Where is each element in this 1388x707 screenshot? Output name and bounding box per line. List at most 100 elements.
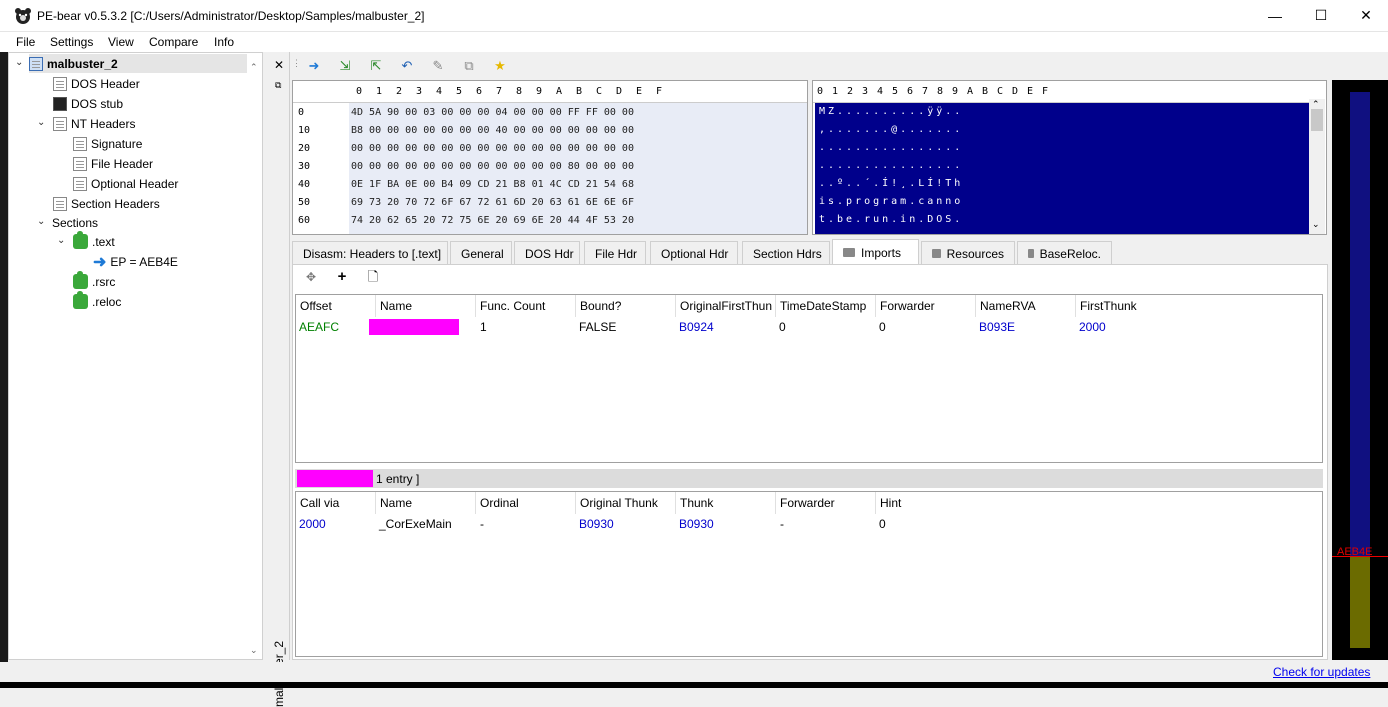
hex-view[interactable]: 0 1 2 3 4 5 6 7 8 9 A B C D E F 0 4D 5A 9… (292, 80, 808, 235)
new-document-icon[interactable]: 🗋 (364, 268, 382, 286)
tab-basereloc[interactable]: BaseReloc. (1017, 241, 1112, 265)
chevron-down-icon[interactable]: ⌄ (57, 235, 65, 246)
column-divider[interactable] (375, 295, 376, 317)
tree-item-reloc-section[interactable]: .reloc (73, 291, 121, 311)
maximize-button[interactable]: ☐ (1298, 0, 1344, 31)
tab-disasm[interactable]: Disasm: Headers to [.text] (292, 241, 448, 265)
column-header[interactable]: Original Thunk (580, 496, 658, 510)
tab-imports[interactable]: Imports (832, 239, 919, 265)
move-icon[interactable]: ✥ (302, 268, 320, 286)
scroll-up-icon[interactable]: ⌃ (250, 62, 258, 73)
tree-item-sections[interactable]: ⌄ Sections (37, 213, 98, 232)
tree-item-optional-header[interactable]: Optional Header (73, 174, 178, 193)
column-divider[interactable] (675, 295, 676, 317)
column-header[interactable]: Ordinal (480, 496, 519, 510)
column-divider[interactable] (475, 492, 476, 514)
column-divider[interactable] (775, 492, 776, 514)
tab-section-hdrs[interactable]: Section Hdrs (742, 241, 830, 265)
menu-info[interactable]: Info (214, 35, 234, 49)
chevron-down-icon[interactable]: ⌄ (37, 216, 45, 227)
scroll-down-icon[interactable]: ⌄ (1312, 219, 1320, 230)
column-header[interactable]: Offset (300, 299, 332, 313)
hex-row[interactable]: 40 0E 1F BA 0E 00 B4 09 CD 21 B8 01 4C CD… (293, 176, 807, 194)
close-icon[interactable]: ✕ (274, 58, 284, 72)
ascii-row[interactable]: ..º..´.Í!¸.LÍ!Th (819, 178, 963, 189)
add-icon[interactable]: + (333, 268, 351, 286)
hex-row[interactable]: 0 4D 5A 90 00 03 00 00 00 04 00 00 00 FF … (293, 104, 807, 122)
hex-row[interactable]: 60 74 20 62 65 20 72 75 6E 20 69 6E 20 44… (293, 212, 807, 230)
menu-view[interactable]: View (108, 35, 134, 49)
menu-settings[interactable]: Settings (50, 35, 93, 49)
ascii-row[interactable]: ................ (819, 160, 963, 171)
minimize-button[interactable]: — (1252, 0, 1298, 31)
hex-row[interactable]: 20 00 00 00 00 00 00 00 00 00 00 00 00 00… (293, 140, 807, 158)
column-header[interactable]: Thunk (680, 496, 713, 510)
check-for-updates-link[interactable]: Check for updates (1273, 665, 1370, 679)
tree-item-root[interactable]: ⌄ malbuster_2 (15, 54, 247, 73)
column-divider[interactable] (775, 295, 776, 317)
hex-row[interactable]: 30 00 00 00 00 00 00 00 00 00 00 00 00 80… (293, 158, 807, 176)
chevron-down-icon[interactable]: ⌄ (37, 117, 45, 128)
go-to-entry-icon[interactable]: ➜ (306, 58, 322, 74)
column-divider[interactable] (975, 295, 976, 317)
column-header[interactable]: FirstThunk (1080, 299, 1137, 313)
column-divider[interactable] (575, 492, 576, 514)
tree-item-text-section[interactable]: ⌄ .text (57, 231, 115, 251)
hex-row[interactable]: 10 B8 00 00 00 00 00 00 00 40 00 00 00 00… (293, 122, 807, 140)
close-window-button[interactable]: ✕ (1343, 0, 1388, 31)
tab-resources[interactable]: Resources (921, 241, 1015, 265)
column-header[interactable]: Call via (300, 496, 339, 510)
pin-icon[interactable]: ✎ (430, 58, 446, 74)
column-header[interactable]: TimeDateStamp (780, 299, 866, 313)
float-icon[interactable]: ⧉ (275, 80, 281, 91)
column-header[interactable]: Forwarder (780, 496, 835, 510)
menu-file[interactable]: File (16, 35, 35, 49)
column-header[interactable]: Name (380, 496, 412, 510)
tree-item-file-header[interactable]: File Header (73, 154, 153, 173)
tree-item-dos-header[interactable]: DOS Header (53, 74, 140, 93)
column-header[interactable]: NameRVA (980, 299, 1036, 313)
import-icon[interactable]: ⇱ (368, 58, 384, 74)
ascii-scrollbar[interactable]: ⌃ ⌄ (1309, 99, 1325, 234)
column-divider[interactable] (875, 295, 876, 317)
chevron-down-icon[interactable]: ⌄ (15, 57, 23, 68)
tree-item-rsrc-section[interactable]: .rsrc (73, 271, 115, 291)
tree-item-signature[interactable]: Signature (73, 134, 142, 153)
undo-icon[interactable]: ↶ (399, 58, 415, 74)
column-divider[interactable] (675, 492, 676, 514)
tab-file-hdr[interactable]: File Hdr (584, 241, 646, 265)
tree-item-section-headers[interactable]: Section Headers (53, 194, 160, 213)
scroll-thumb[interactable] (1311, 109, 1323, 131)
document-side-tab[interactable]: ✕ ⧉ malbuster_2 (270, 52, 290, 707)
ascii-row[interactable]: is.program.canno (819, 196, 963, 207)
table-row[interactable]: AEAFC 1 FALSE B0924 0 0 B093E 2000 (296, 318, 1322, 336)
column-divider[interactable] (375, 492, 376, 514)
ascii-row[interactable]: MZ..........ÿÿ.. (819, 106, 963, 117)
menu-compare[interactable]: Compare (149, 35, 198, 49)
ascii-row[interactable]: ,.......@....... (819, 124, 963, 135)
tree-item-entry-point[interactable]: ➜ EP = AEB4E (93, 252, 178, 271)
copy-icon[interactable]: ⧉ (461, 58, 477, 74)
column-divider[interactable] (575, 295, 576, 317)
column-header[interactable]: OriginalFirstThun (680, 299, 774, 313)
ascii-view[interactable]: 0 1 2 3 4 5 6 7 8 9 A B C D E F MZ......… (812, 80, 1327, 235)
structure-tree[interactable]: ⌄ malbuster_2 DOS Header DOS stub ⌄ NT H… (8, 52, 263, 660)
table-row[interactable]: 2000 _CorExeMain - B0930 B0930 - 0 (296, 515, 1322, 533)
star-icon[interactable]: ★ (492, 58, 508, 74)
column-divider[interactable] (1075, 295, 1076, 317)
column-header[interactable]: Forwarder (880, 299, 935, 313)
column-header[interactable]: Name (380, 299, 412, 313)
column-header[interactable]: Hint (880, 496, 901, 510)
ascii-row[interactable]: t.be.run.in.DOS. (819, 214, 963, 225)
column-header[interactable]: Bound? (580, 299, 621, 313)
tree-item-dos-stub[interactable]: DOS stub (53, 94, 123, 113)
column-divider[interactable] (875, 492, 876, 514)
tab-dos-hdr[interactable]: DOS Hdr (514, 241, 580, 265)
imported-functions-table[interactable]: Call via Name Ordinal Original Thunk Thu… (295, 491, 1323, 657)
tab-general[interactable]: General (450, 241, 512, 265)
tab-optional-hdr[interactable]: Optional Hdr (650, 241, 738, 265)
imports-table[interactable]: Offset Name Func. Count Bound? OriginalF… (295, 294, 1323, 463)
ascii-row[interactable]: ................ (819, 142, 963, 153)
hex-row[interactable]: 50 69 73 20 70 72 6F 67 72 61 6D 20 63 61… (293, 194, 807, 212)
column-header[interactable]: Func. Count (480, 299, 545, 313)
